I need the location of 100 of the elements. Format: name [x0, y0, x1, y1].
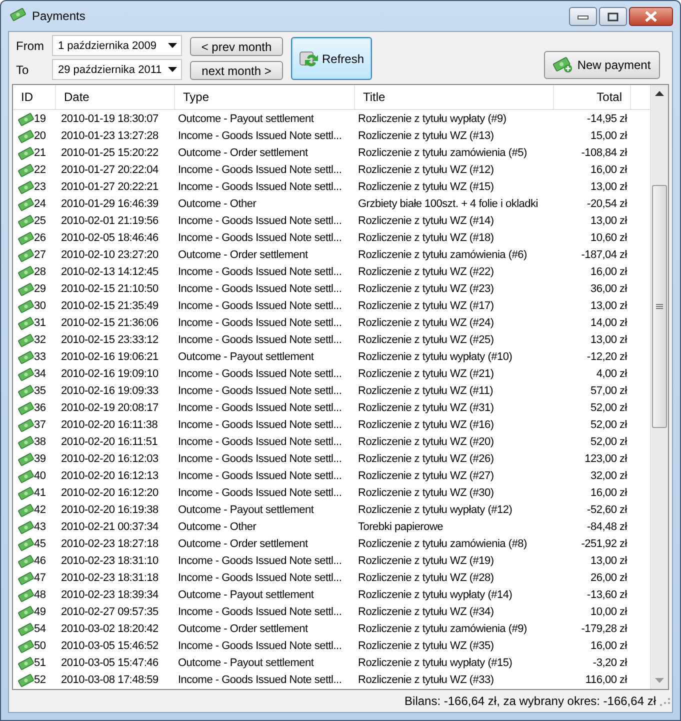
table-cell: 30 [34, 300, 46, 312]
table-cell: 2010-02-16 19:09:33 [61, 385, 158, 398]
table-cell: -14,95 zł [587, 113, 627, 126]
banknote-icon [18, 350, 34, 364]
table-cell: 16,00 zł [590, 164, 627, 176]
table-cell: 2010-02-20 16:12:13 [61, 470, 158, 482]
banknote-icon [18, 486, 34, 500]
resize-grip-icon[interactable] [660, 696, 670, 706]
scroll-down-icon [655, 678, 664, 683]
column-header[interactable]: Date [56, 84, 175, 109]
table-cell: -13,60 zł [587, 589, 627, 602]
table-cell: Income - Goods Issued Note settl... [178, 419, 342, 432]
table-cell: 14,00 zł [590, 317, 627, 330]
column-header[interactable]: ID [13, 84, 56, 109]
table-cell: -3,20 zł [592, 657, 627, 670]
table-cell: Rozliczenie z tytułu zamówienia (#9) [358, 623, 527, 636]
table-cell: Rozliczenie z tytułu WZ (#23) [358, 283, 494, 296]
table-cell: 13,00 zł [590, 555, 627, 568]
date-dropdown[interactable]: 1 października 2009 [52, 35, 182, 56]
table-cell: 16,00 zł [590, 266, 627, 278]
table-cell: Outcome - Other [178, 198, 256, 210]
close-icon [644, 11, 658, 22]
table-cell: Rozliczenie z tytułu WZ (#15) [358, 181, 494, 194]
table-cell: 40 [34, 470, 46, 482]
table-cell: 2010-01-29 16:46:39 [61, 198, 158, 210]
table-cell: 52 [34, 674, 46, 686]
banknote-icon [18, 130, 34, 143]
table-cell: 52,00 zł [590, 419, 627, 432]
table-cell: 2010-01-25 15:20:22 [61, 147, 158, 160]
table-cell: Income - Goods Issued Note settl... [178, 487, 342, 500]
table-cell: Income - Goods Issued Note settl... [178, 572, 342, 584]
table-cell: Rozliczenie z tytułu WZ (#16) [358, 419, 494, 432]
table-cell: 13,00 zł [590, 300, 627, 312]
banknote-icon [18, 180, 34, 194]
maximize-icon [607, 12, 619, 22]
prev-month-button[interactable]: < prev month [190, 37, 283, 56]
minimize-icon [577, 14, 589, 20]
table-cell: Rozliczenie z tytułu zamówienia (#8) [358, 538, 527, 550]
table-cell: 16,00 zł [590, 487, 627, 500]
banknote-icon [18, 436, 34, 449]
table-cell: Rozliczenie z tytułu wypłaty (#14) [358, 589, 512, 602]
minimize-button[interactable] [569, 7, 597, 26]
table-cell: 116,00 zł [585, 674, 627, 686]
table-cell: 2010-02-27 09:57:35 [61, 606, 158, 618]
next-month-button[interactable]: next month > [190, 61, 283, 80]
banknote-icon [18, 640, 34, 653]
new-payment-button[interactable]: New payment [544, 51, 660, 79]
scrollbar-thumb[interactable] [652, 185, 667, 428]
table-cell: 2010-02-21 00:37:34 [61, 521, 158, 534]
column-header[interactable]: Total [554, 84, 631, 109]
table-cell: 36,00 zł [590, 283, 627, 296]
banknote-add-icon [553, 57, 574, 73]
dropdown-caret-icon [168, 43, 177, 48]
table-cell: 27 [34, 249, 46, 262]
column-header[interactable]: Title [355, 84, 554, 109]
window-title: Payments [32, 9, 86, 23]
table-cell: Rozliczenie z tytułu WZ (#20) [358, 436, 494, 448]
vertical-scrollbar[interactable] [650, 84, 668, 689]
banknote-icon [18, 520, 34, 534]
table-cell: 2010-03-05 15:46:52 [61, 640, 158, 652]
table-cell: 4,00 zł [596, 368, 627, 380]
banknote-icon [18, 656, 34, 670]
date-dropdown[interactable]: 29 października 2011 [52, 59, 182, 80]
table-cell: 49 [34, 606, 46, 618]
table-cell: Rozliczenie z tytułu WZ (#18) [358, 232, 494, 244]
banknote-icon [18, 588, 34, 602]
table-cell: Rozliczenie z tytułu WZ (#33) [358, 674, 494, 686]
table-cell: Outcome - Order settlement [178, 538, 308, 550]
table-cell: Income - Goods Issued Note settl... [178, 300, 342, 312]
table-cell: -179,28 zł [581, 623, 627, 636]
table-cell: 29 [34, 283, 46, 296]
table-cell: 35 [34, 385, 46, 398]
table-cell: 57,00 zł [590, 385, 627, 398]
table-cell: Income - Goods Issued Note settl... [178, 164, 342, 176]
banknote-icon [18, 384, 34, 398]
refresh-button[interactable]: Refresh [291, 37, 372, 80]
table-cell: Rozliczenie z tytułu WZ (#17) [358, 300, 494, 312]
table-cell: 2010-02-13 14:12:45 [61, 266, 158, 278]
table-cell: 2010-02-15 21:10:50 [61, 283, 158, 296]
table-cell: 2010-01-27 20:22:21 [61, 181, 158, 194]
table-cell: Rozliczenie z tytułu WZ (#14) [358, 215, 494, 228]
banknote-icon [18, 554, 34, 568]
banknote-icon [18, 316, 34, 330]
table-cell: Rozliczenie z tytułu WZ (#13) [358, 130, 494, 142]
table-cell: Income - Goods Issued Note settl... [178, 232, 342, 244]
banknote-icon [18, 266, 34, 279]
table-cell: Income - Goods Issued Note settl... [178, 215, 342, 228]
close-button[interactable] [629, 7, 673, 26]
banknote-icon [18, 402, 34, 415]
table-cell: Income - Goods Issued Note settl... [178, 130, 342, 142]
table-cell: -251,92 zł [581, 538, 627, 550]
table-cell: 123,00 zł [584, 453, 627, 466]
table-cell: 2010-03-02 18:20:42 [61, 623, 158, 636]
column-header[interactable]: Type [175, 84, 355, 109]
table-cell: -84,48 zł [587, 521, 627, 534]
table-cell: 2010-02-20 16:11:51 [61, 436, 158, 448]
table-cell: 37 [34, 419, 46, 432]
table-cell: 25 [34, 215, 46, 228]
table-cell: 2010-01-19 18:30:07 [61, 113, 158, 126]
maximize-button[interactable] [599, 7, 627, 26]
